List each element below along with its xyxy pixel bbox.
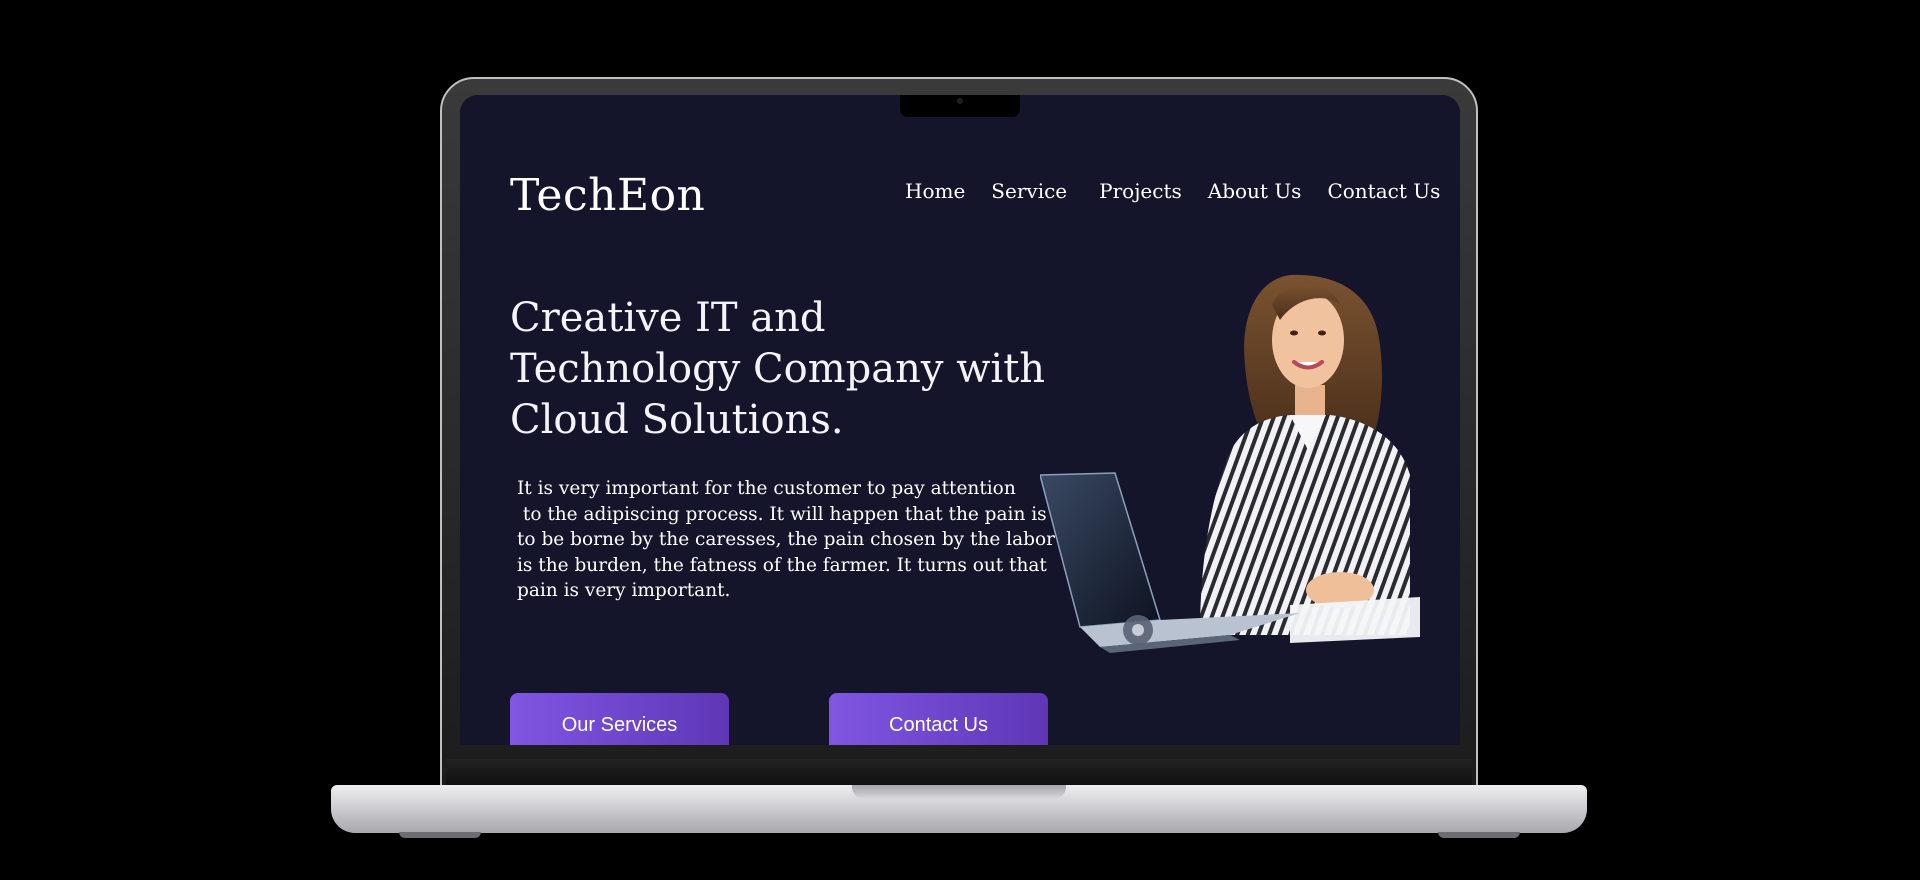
laptop-foot-left (399, 832, 481, 838)
hero-description-line: It is very important for the customer to… (517, 478, 1016, 499)
our-services-button[interactable]: Our Services (510, 693, 729, 745)
laptop-base (331, 785, 1587, 833)
woman-laptop-illustration (1040, 274, 1420, 653)
camera-notch (900, 95, 1020, 117)
nav-about-us[interactable]: About Us (1208, 179, 1302, 203)
camera-icon (957, 98, 963, 104)
laptop-bezel: TechEon Home Service Projects About Us C… (460, 95, 1460, 745)
hero-headline: Creative IT and Technology Company with … (510, 293, 1070, 446)
laptop-lid: TechEon Home Service Projects About Us C… (440, 77, 1478, 787)
hero-description-line: to be borne by the caresses, the pain ch… (517, 529, 1055, 550)
mockup-stage: TechEon Home Service Projects About Us C… (0, 0, 1920, 880)
laptop-hinge (446, 759, 1472, 785)
hero-description-line: to the adipiscing process. It will happe… (517, 503, 1047, 525)
website-screen: TechEon Home Service Projects About Us C… (460, 95, 1460, 745)
hero-headline-line: Cloud Solutions. (510, 397, 844, 443)
main-nav: Home Service Projects About Us Contact U… (905, 179, 1440, 203)
hero-headline-line: Creative IT and (510, 295, 826, 341)
nav-projects[interactable]: Projects (1099, 179, 1182, 203)
nav-home[interactable]: Home (905, 179, 965, 203)
nav-contact-us[interactable]: Contact Us (1327, 179, 1440, 203)
hero-description-line: is the burden, the fatness of the farmer… (517, 554, 1047, 576)
hero-description-line: pain is very important. (517, 580, 731, 601)
hero-headline-line: Technology Company with (510, 346, 1046, 392)
hero-description: It is very important for the customer to… (517, 476, 1077, 604)
laptop-foot-right (1438, 832, 1520, 838)
contact-us-button[interactable]: Contact Us (829, 693, 1048, 745)
site-logo[interactable]: TechEon (510, 170, 705, 221)
laptop-opening-notch (852, 785, 1066, 799)
nav-service[interactable]: Service (991, 179, 1067, 203)
